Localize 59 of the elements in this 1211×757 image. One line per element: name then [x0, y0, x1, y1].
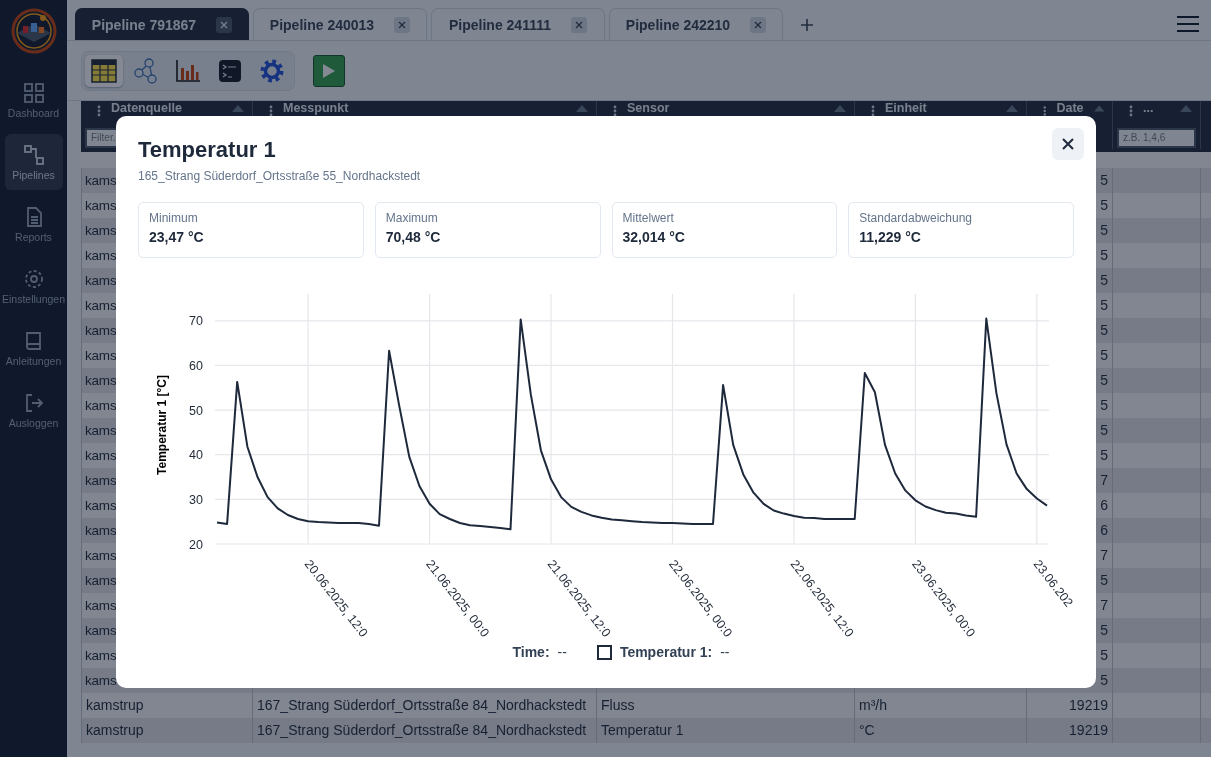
- tab[interactable]: Pipeline 241111: [431, 8, 605, 40]
- close-icon: [398, 20, 407, 29]
- tab-close-button[interactable]: [750, 16, 767, 33]
- axis-tick-label: 50: [189, 403, 203, 418]
- settings-icon: [259, 57, 285, 84]
- grid-icon: [22, 81, 45, 104]
- kebab-icon[interactable]: [269, 105, 273, 117]
- tab[interactable]: Pipeline 240013: [253, 8, 427, 40]
- filter-field[interactable]: z.B. 1,4,6: [1117, 127, 1196, 148]
- stat-label: Maximum: [385, 211, 439, 225]
- terminal-icon: [218, 58, 242, 83]
- add-tab-icon[interactable]: [801, 19, 813, 31]
- close-icon: [754, 20, 763, 29]
- tab-close-button[interactable]: [571, 16, 587, 33]
- flowchart-icon: [22, 143, 45, 166]
- legend-value: --: [557, 644, 567, 660]
- close-icon: [220, 20, 229, 29]
- play-icon: [322, 62, 336, 79]
- axis-tick-label: 40: [189, 448, 203, 463]
- stat-value: 70,48 °C: [385, 229, 442, 245]
- stat-value: 32,014 °C: [622, 229, 686, 245]
- stat-label: Mittelwert: [622, 211, 675, 225]
- sidebar-item[interactable]: Ausloggen: [4, 382, 63, 438]
- close-icon: [1062, 138, 1074, 150]
- view-button[interactable]: [85, 54, 123, 87]
- tab[interactable]: Pipeline 791867: [75, 8, 249, 40]
- close-button[interactable]: [1052, 128, 1084, 160]
- kebab-icon[interactable]: [871, 105, 875, 117]
- legend-label: Temperatur 1:: [619, 644, 713, 660]
- tab[interactable]: Pipeline 242210: [609, 8, 783, 40]
- sidebar-item[interactable]: Reports: [4, 196, 63, 252]
- legend-value: --: [720, 644, 730, 660]
- table-cell: °C: [855, 718, 1027, 743]
- run-button[interactable]: [313, 54, 345, 87]
- dialog-title: Temperatur 1: [138, 136, 277, 164]
- kebab-icon[interactable]: [1043, 105, 1047, 117]
- stat-value: 23,47 °C: [149, 229, 205, 245]
- sidebar-item[interactable]: Dashboard: [4, 72, 63, 128]
- tab-close-button[interactable]: [394, 16, 411, 33]
- stat-value: 11,229 °C: [859, 229, 922, 245]
- table-cell: Temperatur 1: [597, 718, 855, 743]
- series-checkbox[interactable]: [596, 644, 612, 660]
- gear-icon: [22, 267, 45, 290]
- tab-close-button[interactable]: [216, 16, 233, 33]
- table-cell: kamstrup: [81, 718, 253, 743]
- table-cell: 19219: [1027, 718, 1113, 743]
- legend-label: Time:: [512, 644, 550, 660]
- bar-chart-icon: [175, 58, 201, 83]
- menu-icon[interactable]: [1177, 16, 1199, 32]
- kebab-icon[interactable]: [613, 105, 617, 117]
- axis-tick-label: 30: [189, 492, 203, 507]
- table-icon: [91, 58, 117, 83]
- sidebar-item[interactable]: Pipelines: [4, 134, 63, 190]
- stat-label: Standardabweichung: [859, 211, 973, 225]
- node-graph-icon: [133, 57, 159, 84]
- sidebar-item[interactable]: Einstellungen: [4, 258, 63, 314]
- table-cell: 167_Strang Süderdorf_Ortsstraße 84_Nordhackstedt: [253, 718, 597, 743]
- sidebar-item[interactable]: Anleitungen: [4, 320, 63, 376]
- close-icon: [575, 20, 583, 29]
